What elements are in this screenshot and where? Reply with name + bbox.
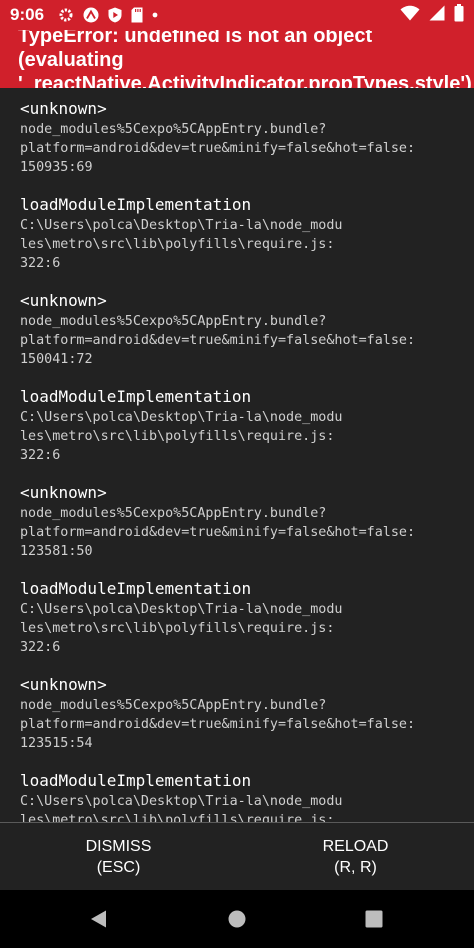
frame-method: <unknown> (20, 99, 107, 118)
status-bar: 9:06 (0, 0, 474, 30)
reload-shortcut: (R, R) (334, 858, 377, 876)
error-actions: DISMISS (ESC) RELOAD (R, R) (0, 823, 474, 890)
frame-method: <unknown> (20, 483, 107, 502)
frame-method: loadModuleImplementation (20, 579, 252, 598)
signal-icon (429, 5, 445, 25)
battery-icon (454, 4, 464, 26)
frame-location: node_modules%5Cexpo%5CAppEntry.bundle? p… (20, 122, 416, 175)
notification-icons (58, 7, 158, 23)
play-shield-icon (108, 7, 122, 23)
wifi-icon (400, 5, 420, 25)
frame-location: node_modules%5Cexpo%5CAppEntry.bundle? p… (20, 506, 416, 559)
dot-icon (152, 7, 158, 23)
stack-trace[interactable]: <unknown> node_modules%5Cexpo%5CAppEntry… (0, 88, 474, 823)
frame-location: C:\Users\polca\Desktop\Tria-la\node_modu… (20, 794, 343, 823)
gear-icon (58, 7, 74, 23)
frame-method: <unknown> (20, 675, 107, 694)
reload-label: RELOAD (322, 837, 389, 855)
stack-frame[interactable]: <unknown> node_modules%5Cexpo%5CAppEntry… (20, 482, 460, 561)
stack-frame[interactable]: loadModuleImplementation C:\Users\polca\… (20, 770, 460, 823)
stack-frame[interactable]: loadModuleImplementation C:\Users\polca\… (20, 578, 460, 657)
frame-method: loadModuleImplementation (20, 771, 252, 790)
frame-location: C:\Users\polca\Desktop\Tria-la\node_modu… (20, 602, 343, 655)
frame-location: C:\Users\polca\Desktop\Tria-la\node_modu… (20, 410, 343, 463)
stack-frame[interactable]: <unknown> node_modules%5Cexpo%5CAppEntry… (20, 98, 460, 177)
stack-frame[interactable]: <unknown> node_modules%5Cexpo%5CAppEntry… (20, 674, 460, 753)
dismiss-label: DISMISS (85, 837, 152, 855)
frame-method: <unknown> (20, 291, 107, 310)
reload-button[interactable]: RELOAD (R, R) (237, 823, 474, 890)
navigation-bar (0, 890, 474, 948)
frame-location: node_modules%5Cexpo%5CAppEntry.bundle? p… (20, 314, 416, 367)
stack-frame[interactable]: <unknown> node_modules%5Cexpo%5CAppEntry… (20, 290, 460, 369)
system-icons (400, 4, 464, 26)
stack-frame[interactable]: loadModuleImplementation C:\Users\polca\… (20, 194, 460, 273)
error-message-line-1: TypeError: undefined is not an object (e… (18, 25, 373, 71)
error-message-line-2: '_reactNative.ActivityIndicator.propType… (18, 73, 472, 88)
home-icon[interactable] (227, 909, 247, 933)
recents-icon[interactable] (364, 909, 384, 933)
status-time: 9:06 (10, 5, 45, 24)
sd-card-icon (131, 7, 143, 23)
frame-method: loadModuleImplementation (20, 387, 252, 406)
frame-location: node_modules%5Cexpo%5CAppEntry.bundle? p… (20, 698, 416, 751)
stack-frame[interactable]: loadModuleImplementation C:\Users\polca\… (20, 386, 460, 465)
frame-location: C:\Users\polca\Desktop\Tria-la\node_modu… (20, 218, 343, 271)
dismiss-shortcut: (ESC) (96, 858, 141, 876)
back-icon[interactable] (89, 909, 109, 933)
expo-icon (83, 7, 99, 23)
frame-method: loadModuleImplementation (20, 195, 252, 214)
dismiss-button[interactable]: DISMISS (ESC) (0, 823, 237, 890)
